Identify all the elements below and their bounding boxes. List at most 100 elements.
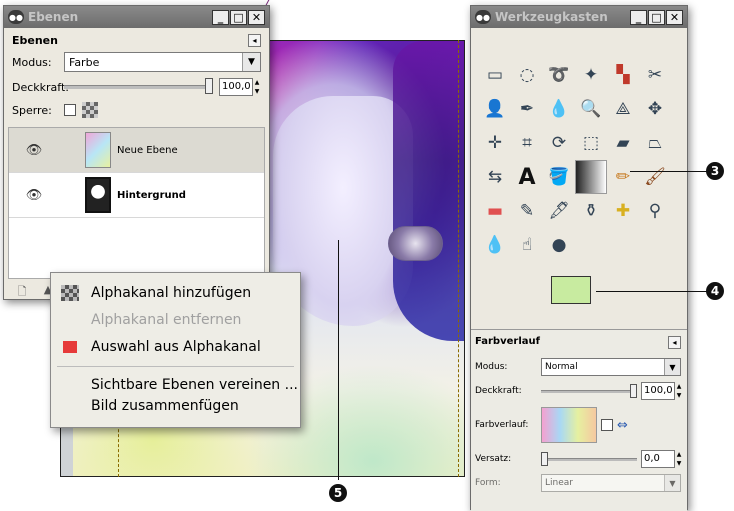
blend-tool-icon[interactable] [575, 160, 607, 194]
menu-item-alpha-to-selection[interactable]: Auswahl aus Alphakanal [51, 333, 300, 360]
paintbrush-icon[interactable]: 🖌 [639, 160, 671, 194]
menu-item-label: Auswahl aus Alphakanal [91, 338, 261, 355]
shear-icon[interactable]: ▰ [607, 126, 639, 160]
maximize-button[interactable]: □ [230, 9, 247, 25]
layers-titlebar[interactable]: ●● Ebenen _ □ ✕ [4, 6, 269, 28]
layer-thumbnail [85, 132, 111, 168]
layer-list: 👁 Neue Ebene 👁 Hintergrund [8, 127, 265, 279]
opacity-slider[interactable] [64, 78, 213, 94]
minimize-button[interactable]: _ [630, 9, 647, 25]
maximize-button[interactable]: □ [648, 9, 665, 25]
smudge-icon[interactable]: ☝ [511, 228, 543, 262]
callout-4: 4 [706, 282, 724, 300]
color-swatches[interactable] [551, 276, 611, 322]
opacity-slider-thumb[interactable] [205, 78, 213, 94]
zoom-icon[interactable]: 🔍 [575, 92, 607, 126]
toolbox-titlebar[interactable]: ●● Werkzeugkasten _ □ ✕ [471, 6, 687, 28]
opacity-slider[interactable] [541, 383, 637, 398]
blur-icon[interactable]: 💧 [479, 228, 511, 262]
rotate-icon[interactable]: ⟳ [543, 126, 575, 160]
panel-menu-icon[interactable]: ◂ [668, 336, 681, 349]
layer-name[interactable]: Neue Ebene [117, 145, 178, 156]
offset-slider[interactable] [541, 451, 637, 466]
layer-row-neue-ebene[interactable]: 👁 Neue Ebene [9, 128, 264, 173]
eye-icon[interactable]: 👁 [23, 143, 45, 158]
alpha-checker-icon [61, 284, 79, 301]
opacity-value[interactable]: 100,0 [219, 78, 253, 96]
opacity-slider-thumb[interactable] [630, 383, 637, 398]
eye-icon[interactable]: 👁 [23, 188, 45, 203]
clone-icon[interactable]: ⚱ [575, 194, 607, 228]
dodge-burn-icon[interactable]: ● [543, 228, 575, 262]
lock-pixels-checkbox[interactable] [64, 104, 76, 116]
color-select-icon[interactable]: ▚ [607, 58, 639, 92]
layer-name[interactable]: Hintergrund [117, 190, 186, 201]
opacity-value[interactable]: 100,0 [641, 382, 675, 400]
panel-menu-icon[interactable]: ◂ [248, 34, 261, 47]
menu-item-label: Bild zusammenfügen [91, 397, 239, 414]
bucket-fill-icon[interactable]: 🪣 [543, 160, 575, 194]
gimp-logo-icon: ●● [475, 10, 491, 24]
menu-item-label: Sichtbare Ebenen vereinen ... [91, 376, 298, 393]
measure-icon[interactable]: ⟁ [607, 92, 639, 126]
menu-item-flatten-image[interactable]: Bild zusammenfügen [51, 392, 300, 419]
hair-area [393, 41, 464, 341]
ellipse-select-icon[interactable]: ◌ [511, 58, 543, 92]
blend-mode-select[interactable]: Normal ▼ [541, 358, 681, 376]
perspective-icon[interactable]: ⏢ [639, 126, 671, 160]
empty-icon [61, 377, 79, 393]
airbrush-icon[interactable]: ✎ [511, 194, 543, 228]
color-picker-icon[interactable]: 💧 [543, 92, 575, 126]
move-icon[interactable]: ✥ [639, 92, 671, 126]
lasso-icon[interactable]: ➰ [543, 58, 575, 92]
gradient-preview[interactable] [541, 407, 597, 443]
mode-select[interactable]: Farbe ▼ [64, 52, 261, 72]
menu-item-remove-alpha: Alphakanal entfernen [51, 306, 300, 333]
text-icon[interactable]: A [511, 160, 543, 194]
swap-icon[interactable]: ⇔ [617, 418, 628, 433]
offset-spinner[interactable]: 0,0 ▲ ▼ [641, 450, 683, 468]
layer-row-hintergrund[interactable]: 👁 Hintergrund [9, 173, 264, 218]
callout-3: 3 [706, 162, 724, 180]
spin-arrows-icon[interactable]: ▲ ▼ [253, 78, 261, 96]
flip-icon[interactable]: ⇆ [479, 160, 511, 194]
heal-icon[interactable]: ✚ [607, 194, 639, 228]
shape-select[interactable]: Linear ▼ [541, 474, 681, 492]
spin-arrows-icon[interactable]: ▲ ▼ [675, 450, 683, 468]
crop-icon[interactable]: ⌗ [511, 126, 543, 160]
chevron-down-icon: ▼ [664, 359, 680, 375]
red-selection-icon [63, 340, 77, 353]
fuzzy-select-icon[interactable]: ✦ [575, 58, 607, 92]
opacity-spinner[interactable]: 100,0 ▲ ▼ [219, 78, 261, 96]
scissors-icon[interactable]: ✂ [639, 58, 671, 92]
callout-line [630, 171, 710, 172]
align-icon[interactable]: ✛ [479, 126, 511, 160]
layer-thumbnail [85, 177, 111, 213]
perspective-clone-icon[interactable]: ⚲ [639, 194, 671, 228]
shape-label: Form: [475, 478, 501, 488]
toolbox-window-title: Werkzeugkasten [495, 10, 608, 24]
eraser-icon[interactable]: ▬ [479, 194, 511, 228]
minimize-button[interactable]: _ [212, 9, 229, 25]
pencil-icon[interactable]: ✏ [607, 160, 639, 194]
reverse-checkbox[interactable] [601, 419, 613, 431]
opacity-spinner[interactable]: 100,0 ▲ ▼ [641, 382, 683, 400]
ink-icon[interactable]: 🖋 [543, 194, 575, 228]
lock-label: Sperre: [12, 103, 52, 117]
close-button[interactable]: ✕ [666, 9, 683, 25]
rect-select-icon[interactable]: ▭ [479, 58, 511, 92]
menu-item-add-alpha[interactable]: Alphakanal hinzufügen [51, 279, 300, 306]
offset-slider-thumb[interactable] [541, 451, 548, 466]
foreground-select-icon[interactable]: 👤 [479, 92, 511, 126]
lock-alpha-icon[interactable] [82, 102, 98, 118]
scale-icon[interactable]: ⬚ [575, 126, 607, 160]
foreground-color-swatch[interactable] [551, 276, 591, 304]
spin-arrows-icon[interactable]: ▲ ▼ [675, 382, 683, 400]
offset-value[interactable]: 0,0 [641, 450, 675, 468]
close-button[interactable]: ✕ [248, 9, 265, 25]
layers-section-title: Ebenen [12, 34, 58, 47]
paths-icon[interactable]: ✒ [511, 92, 543, 126]
tool-options-panel: Farbverlauf ◂ Modus: Normal ▼ Deckkraft:… [471, 329, 687, 511]
menu-item-label: Alphakanal hinzufügen [91, 284, 252, 301]
new-layer-icon[interactable]: 🗋 [12, 283, 32, 301]
